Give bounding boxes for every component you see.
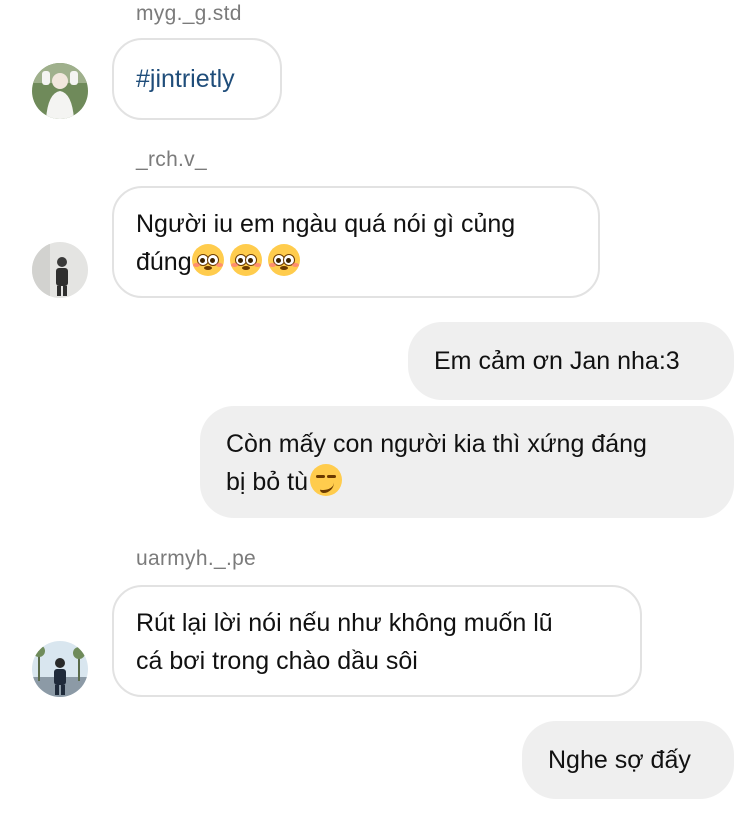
- sender-name[interactable]: myg._g.std: [136, 2, 242, 26]
- avatar[interactable]: [32, 242, 88, 298]
- avatar[interactable]: [32, 641, 88, 697]
- outgoing-message-bubble[interactable]: Em cảm ơn Jan nha:3: [408, 322, 734, 400]
- message-text: đúng: [136, 248, 192, 276]
- smirking-face-emoji-icon: [310, 464, 343, 496]
- flushed-face-emoji-icon: [191, 244, 224, 276]
- message-text: bị bỏ tù: [226, 468, 309, 496]
- message-text: Em cảm ơn Jan nha:3: [434, 347, 680, 375]
- avatar[interactable]: [32, 63, 88, 119]
- hashtag-link[interactable]: #jintrietly: [136, 65, 235, 93]
- outgoing-message-bubble[interactable]: Còn mấy con người kia thì xứng đáng bị b…: [200, 406, 734, 518]
- sender-name[interactable]: _rch.v_: [136, 148, 207, 172]
- sender-name[interactable]: uarmyh._.pe: [136, 547, 256, 571]
- outgoing-message-bubble[interactable]: Nghe sợ đấy: [522, 721, 734, 799]
- message-bubble[interactable]: #jintrietly: [112, 38, 282, 120]
- message-text: Người iu em ngàu quá nói gì củng: [136, 210, 516, 238]
- message-text: Còn mấy con người kia thì xứng đáng: [226, 430, 647, 458]
- message-bubble[interactable]: Người iu em ngàu quá nói gì củng đúng: [112, 186, 600, 298]
- message-bubble[interactable]: Rút lại lời nói nếu như không muốn lũ cá…: [112, 585, 642, 697]
- message-text-line2: bị bỏ tù: [226, 463, 708, 501]
- message-text: Nghe sợ đấy: [548, 746, 691, 774]
- message-text-line2: đúng: [136, 243, 576, 281]
- message-text: cá bơi trong chào dầu sôi: [136, 647, 418, 675]
- flushed-face-emoji-icon: [229, 244, 262, 276]
- message-text: Rút lại lời nói nếu như không muốn lũ: [136, 609, 553, 637]
- flushed-face-emoji-icon: [267, 244, 300, 276]
